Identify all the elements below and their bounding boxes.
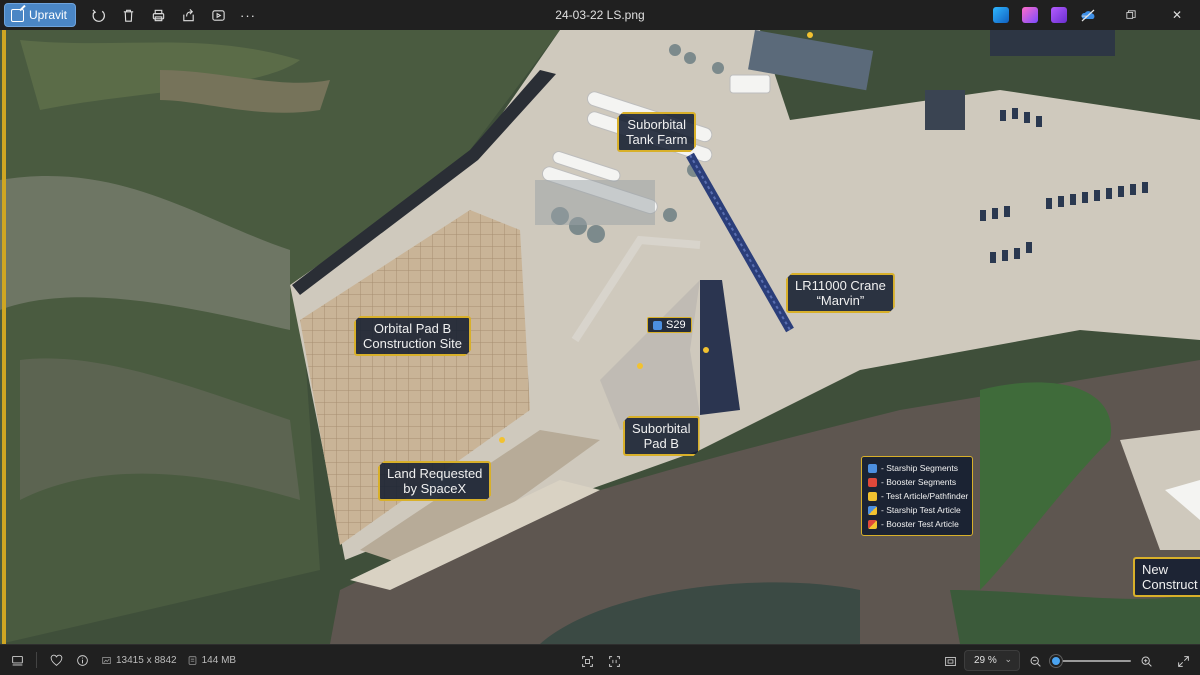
filmstrip-button[interactable] — [4, 648, 30, 672]
legend-swatch — [868, 505, 877, 515]
legend-label: - Booster Test Article — [881, 519, 959, 529]
edit-button[interactable]: Upravit — [4, 3, 77, 27]
fit-icon — [581, 655, 593, 667]
callout-suborbital-pad-text: Suborbital Pad B — [632, 421, 691, 451]
favorite-button[interactable] — [43, 648, 69, 672]
zoom-in-button[interactable] — [1133, 649, 1159, 673]
clipchamp-app-icon[interactable] — [1022, 7, 1038, 23]
zoom-slider-thumb[interactable] — [1049, 655, 1062, 667]
title-bar: Upravit ··· 24-03-22 LS.png – ✕ — [0, 0, 1200, 30]
actual-size-icon — [608, 655, 620, 667]
zoom-value: 29 % — [974, 655, 997, 666]
legend-item: - Starship Segments — [868, 461, 966, 475]
filesize-text: 144 MB — [201, 654, 237, 666]
legend-label: - Starship Segments — [881, 463, 959, 473]
legend-item: - Starship Test Article — [868, 503, 966, 517]
divider — [36, 652, 37, 668]
share-button[interactable] — [174, 3, 202, 27]
callout-orbital-pad: Orbital Pad B Construction Site — [354, 316, 471, 356]
dimensions-text: 13415 x 8842 — [116, 654, 177, 666]
rotate-button[interactable] — [84, 3, 112, 27]
callout-land-requested: Land Requested by SpaceX — [378, 461, 491, 501]
fit-window-button[interactable] — [937, 649, 963, 673]
slideshow-icon — [211, 9, 225, 21]
legend-swatch — [868, 477, 877, 487]
image-canvas[interactable]: Suborbital Tank Farm LR11000 Crane “Marv… — [0, 30, 1200, 644]
callout-new-construction-text: New Construct — [1142, 562, 1198, 592]
legend-item: - Booster Segments — [868, 475, 966, 489]
print-button[interactable] — [144, 3, 172, 27]
more-button[interactable]: ··· — [234, 3, 262, 27]
maximize-icon — [1126, 10, 1136, 19]
legend-label: - Starship Test Article — [881, 505, 961, 515]
legend: - Starship Segments - Booster Segments - T… — [861, 456, 973, 536]
zoom-out-icon — [1030, 656, 1041, 667]
callout-land-requested-text: Land Requested by SpaceX — [387, 466, 483, 496]
callout-suborbital-pad: Suborbital Pad B — [623, 416, 700, 456]
edit-icon — [11, 8, 24, 22]
zoom-select[interactable]: 29 % ⌄ — [964, 650, 1020, 671]
fullscreen-button[interactable] — [1170, 649, 1196, 673]
legend-label: - Test Article/Pathfinder — [881, 491, 969, 501]
legend-swatch — [868, 491, 877, 501]
legend-swatch — [868, 463, 877, 473]
s29-tag: S29 — [647, 317, 692, 333]
callout-tank-farm-text: Suborbital Tank Farm — [626, 117, 688, 147]
legend-label: - Booster Segments — [881, 477, 957, 487]
legend-swatch — [868, 519, 877, 529]
starship-swatch — [653, 320, 662, 330]
close-button[interactable]: ✕ — [1154, 0, 1200, 30]
edit-button-label: Upravit — [29, 8, 68, 22]
callout-orbital-pad-text: Orbital Pad B Construction Site — [363, 321, 462, 351]
print-icon — [152, 9, 164, 21]
status-bar: 13415 x 8842 144 MB 29 % ⌄ — [0, 644, 1200, 675]
legend-item: - Test Article/Pathfinder — [868, 489, 969, 503]
rotate-icon — [91, 8, 105, 22]
fit-button[interactable] — [574, 649, 600, 673]
delete-button[interactable] — [114, 3, 142, 27]
image-border — [2, 30, 6, 644]
slideshow-button[interactable] — [204, 3, 232, 27]
favorite-icon — [50, 654, 62, 666]
minimize-icon: – — [1081, 8, 1089, 22]
aerial-photo — [0, 30, 1200, 644]
callout-new-construction: New Construct — [1133, 557, 1200, 597]
actual-size-button[interactable] — [601, 649, 627, 673]
callout-crane: LR11000 Crane “Marvin” — [786, 273, 895, 313]
window-controls: – ✕ — [1062, 0, 1200, 30]
more-icon: ··· — [240, 7, 257, 23]
fullscreen-icon — [1177, 655, 1189, 667]
dimensions-icon — [102, 656, 111, 664]
dimensions-info: 13415 x 8842 — [101, 655, 177, 666]
callout-tank-farm: Suborbital Tank Farm — [617, 112, 696, 152]
info-icon — [76, 654, 88, 666]
designer-app-icon[interactable] — [993, 7, 1009, 23]
s29-label: S29 — [666, 319, 686, 331]
chevron-down-icon: ⌄ — [1004, 654, 1012, 664]
callout-crane-text: LR11000 Crane “Marvin” — [795, 278, 886, 308]
fit-window-icon — [944, 656, 956, 666]
legend-item: - Booster Test Article — [868, 517, 966, 531]
minimize-button[interactable]: – — [1062, 0, 1108, 30]
delete-icon — [123, 9, 133, 22]
close-icon: ✕ — [1171, 8, 1183, 22]
zoom-in-icon — [1141, 656, 1152, 667]
filesize-icon — [188, 655, 196, 665]
share-icon — [182, 8, 194, 21]
zoom-slider[interactable] — [1049, 655, 1131, 667]
maximize-button[interactable] — [1108, 0, 1154, 30]
filmstrip-icon — [11, 655, 23, 665]
zoom-out-button[interactable] — [1022, 649, 1048, 673]
filesize-info: 144 MB — [187, 655, 236, 666]
info-button[interactable] — [69, 648, 95, 672]
